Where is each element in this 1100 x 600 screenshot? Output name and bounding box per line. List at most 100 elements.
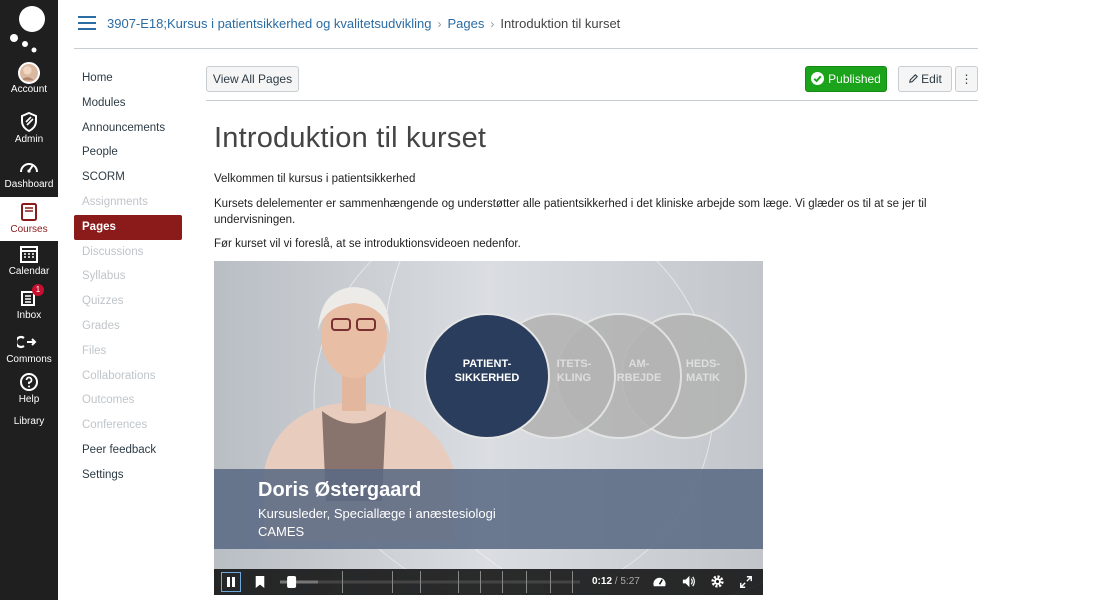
settings-gear-icon[interactable] bbox=[710, 574, 725, 589]
nav-calendar-label: Calendar bbox=[8, 266, 50, 277]
video-player[interactable]: PATIENT- SIKKERHED ITETS- KLING AM- RBEJ… bbox=[214, 261, 763, 595]
edit-label: Edit bbox=[921, 72, 942, 86]
circle-label-line: SIKKERHED bbox=[454, 372, 520, 384]
circle-label-line: AM- bbox=[628, 358, 650, 370]
chapter-marker bbox=[502, 571, 503, 593]
toolbar-divider bbox=[206, 100, 978, 101]
edit-button[interactable]: Edit bbox=[898, 66, 952, 92]
speaker-name: Doris Østergaard bbox=[258, 479, 422, 501]
nav-account-label: Account bbox=[10, 84, 48, 95]
dashboard-icon bbox=[20, 163, 38, 173]
avatar bbox=[18, 62, 40, 84]
hamburger-menu-icon[interactable] bbox=[78, 16, 96, 30]
speaker-organization: CAMES bbox=[258, 524, 305, 539]
nav-library-label: Library bbox=[13, 416, 45, 427]
instruction-paragraph: Før kurset vil vi foreslå, at se introdu… bbox=[214, 238, 521, 250]
circle-label-line: HEDS- bbox=[685, 358, 721, 370]
course-nav-grades[interactable]: Grades bbox=[74, 314, 182, 339]
nav-courses-label: Courses bbox=[10, 224, 48, 235]
circle-patientsikkerhed: PATIENT- SIKKERHED bbox=[441, 357, 533, 385]
course-nav-pages[interactable]: Pages bbox=[74, 214, 182, 240]
chapter-marker bbox=[458, 571, 459, 593]
circle-sundhedsinformatik: HEDS- MATIK bbox=[678, 357, 728, 385]
course-nav-settings[interactable]: Settings bbox=[74, 463, 182, 488]
breadcrumb-separator: › bbox=[490, 17, 495, 31]
circle-label-line: PATIENT- bbox=[462, 358, 512, 370]
chapter-marker bbox=[550, 571, 551, 593]
course-nav-modules[interactable]: Modules bbox=[74, 91, 182, 116]
pause-icon[interactable] bbox=[221, 572, 241, 592]
published-label: Published bbox=[828, 72, 881, 86]
bookmark-icon[interactable] bbox=[254, 575, 266, 589]
book-icon bbox=[21, 203, 37, 221]
breadcrumb-separator: › bbox=[437, 17, 442, 31]
current-time: 0:12 bbox=[592, 576, 613, 587]
description-paragraph: Kursets delelementer er sammenhængende o… bbox=[214, 198, 927, 226]
volume-icon[interactable] bbox=[681, 574, 696, 589]
chapter-marker bbox=[420, 571, 421, 593]
video-frame bbox=[214, 261, 763, 595]
seek-buffered bbox=[280, 580, 318, 584]
calendar-icon bbox=[20, 246, 38, 263]
course-nav-assignments[interactable]: Assignments bbox=[74, 190, 182, 215]
course-nav-quizzes[interactable]: Quizzes bbox=[74, 289, 182, 314]
nav-help-label: Help bbox=[18, 394, 40, 405]
help-icon bbox=[20, 373, 38, 391]
nav-account[interactable]: Account bbox=[0, 62, 58, 104]
chapter-marker bbox=[526, 571, 527, 593]
intro-paragraph: Velkommen til kursus i patientsikkerhed bbox=[214, 173, 416, 185]
circle-label-line: KLING bbox=[556, 372, 592, 384]
chapter-marker bbox=[342, 571, 343, 593]
nav-courses[interactable]: Courses bbox=[0, 197, 58, 241]
seek-track bbox=[280, 580, 580, 584]
course-nav-files[interactable]: Files bbox=[74, 339, 182, 364]
course-nav-home[interactable]: Home bbox=[74, 66, 182, 91]
published-button[interactable]: Published bbox=[805, 66, 887, 92]
circle-kvalitetsudvikling: ITETS- KLING bbox=[549, 357, 599, 385]
circle-label-line: ITETS- bbox=[556, 358, 592, 370]
fullscreen-icon[interactable] bbox=[739, 575, 753, 589]
course-nav-announcements[interactable]: Announcements bbox=[74, 116, 182, 141]
nav-dashboard[interactable]: Dashboard bbox=[0, 155, 58, 197]
circle-label-line: MATIK bbox=[685, 372, 720, 384]
nav-dashboard-label: Dashboard bbox=[4, 179, 54, 190]
course-nav-syllabus[interactable]: Syllabus bbox=[74, 264, 182, 289]
course-nav-outcomes[interactable]: Outcomes bbox=[74, 388, 182, 413]
course-nav: Home Modules Announcements People SCORM Assig… bbox=[74, 66, 182, 488]
nav-inbox[interactable]: 1 Inbox bbox=[0, 284, 58, 328]
nav-help[interactable]: Help bbox=[0, 370, 58, 412]
view-all-pages-button[interactable]: View All Pages bbox=[206, 66, 299, 92]
nav-commons-label: Commons bbox=[6, 354, 52, 365]
institution-logo[interactable] bbox=[8, 4, 50, 54]
breadcrumb: 3907-E18;Kursus i patientsikkerhed og kv… bbox=[107, 16, 620, 32]
nav-commons[interactable]: Commons bbox=[0, 330, 58, 372]
breadcrumb-course-link[interactable]: 3907-E18;Kursus i patientsikkerhed og kv… bbox=[107, 16, 431, 31]
page-title: Introduktion til kurset bbox=[214, 122, 487, 154]
course-nav-discussions[interactable]: Discussions bbox=[74, 240, 182, 265]
speaker-role: Kursusleder, Speciallæge i anæstesiologi bbox=[258, 506, 496, 521]
nav-calendar[interactable]: Calendar bbox=[0, 242, 58, 284]
course-nav-scorm[interactable]: SCORM bbox=[74, 165, 182, 190]
circle-samarbejde: AM- RBEJDE bbox=[614, 357, 664, 385]
commons-icon bbox=[17, 335, 37, 349]
global-nav: Account Admin Dashboard Courses Calendar… bbox=[0, 0, 58, 600]
pencil-icon bbox=[909, 74, 919, 83]
chapter-marker bbox=[572, 571, 573, 593]
circle-label-line: RBEJDE bbox=[616, 372, 662, 384]
speedometer-icon[interactable] bbox=[652, 574, 667, 589]
course-nav-collaborations[interactable]: Collaborations bbox=[74, 364, 182, 389]
chapter-marker bbox=[392, 571, 393, 593]
more-options-button[interactable]: ⋮ bbox=[955, 66, 978, 92]
seek-bar[interactable] bbox=[280, 569, 580, 595]
course-nav-peer-feedback[interactable]: Peer feedback bbox=[74, 438, 182, 463]
nav-admin[interactable]: Admin bbox=[0, 110, 58, 152]
breadcrumb-current: Introduktion til kurset bbox=[500, 16, 621, 31]
course-nav-conferences[interactable]: Conferences bbox=[74, 413, 182, 438]
duration: 5:27 bbox=[620, 576, 640, 587]
course-nav-people[interactable]: People bbox=[74, 140, 182, 165]
inbox-badge: 1 bbox=[32, 284, 44, 296]
nav-inbox-label: Inbox bbox=[16, 310, 42, 321]
breadcrumb-pages-link[interactable]: Pages bbox=[447, 16, 484, 31]
seek-handle bbox=[287, 576, 297, 588]
nav-library[interactable]: Library bbox=[0, 416, 58, 432]
